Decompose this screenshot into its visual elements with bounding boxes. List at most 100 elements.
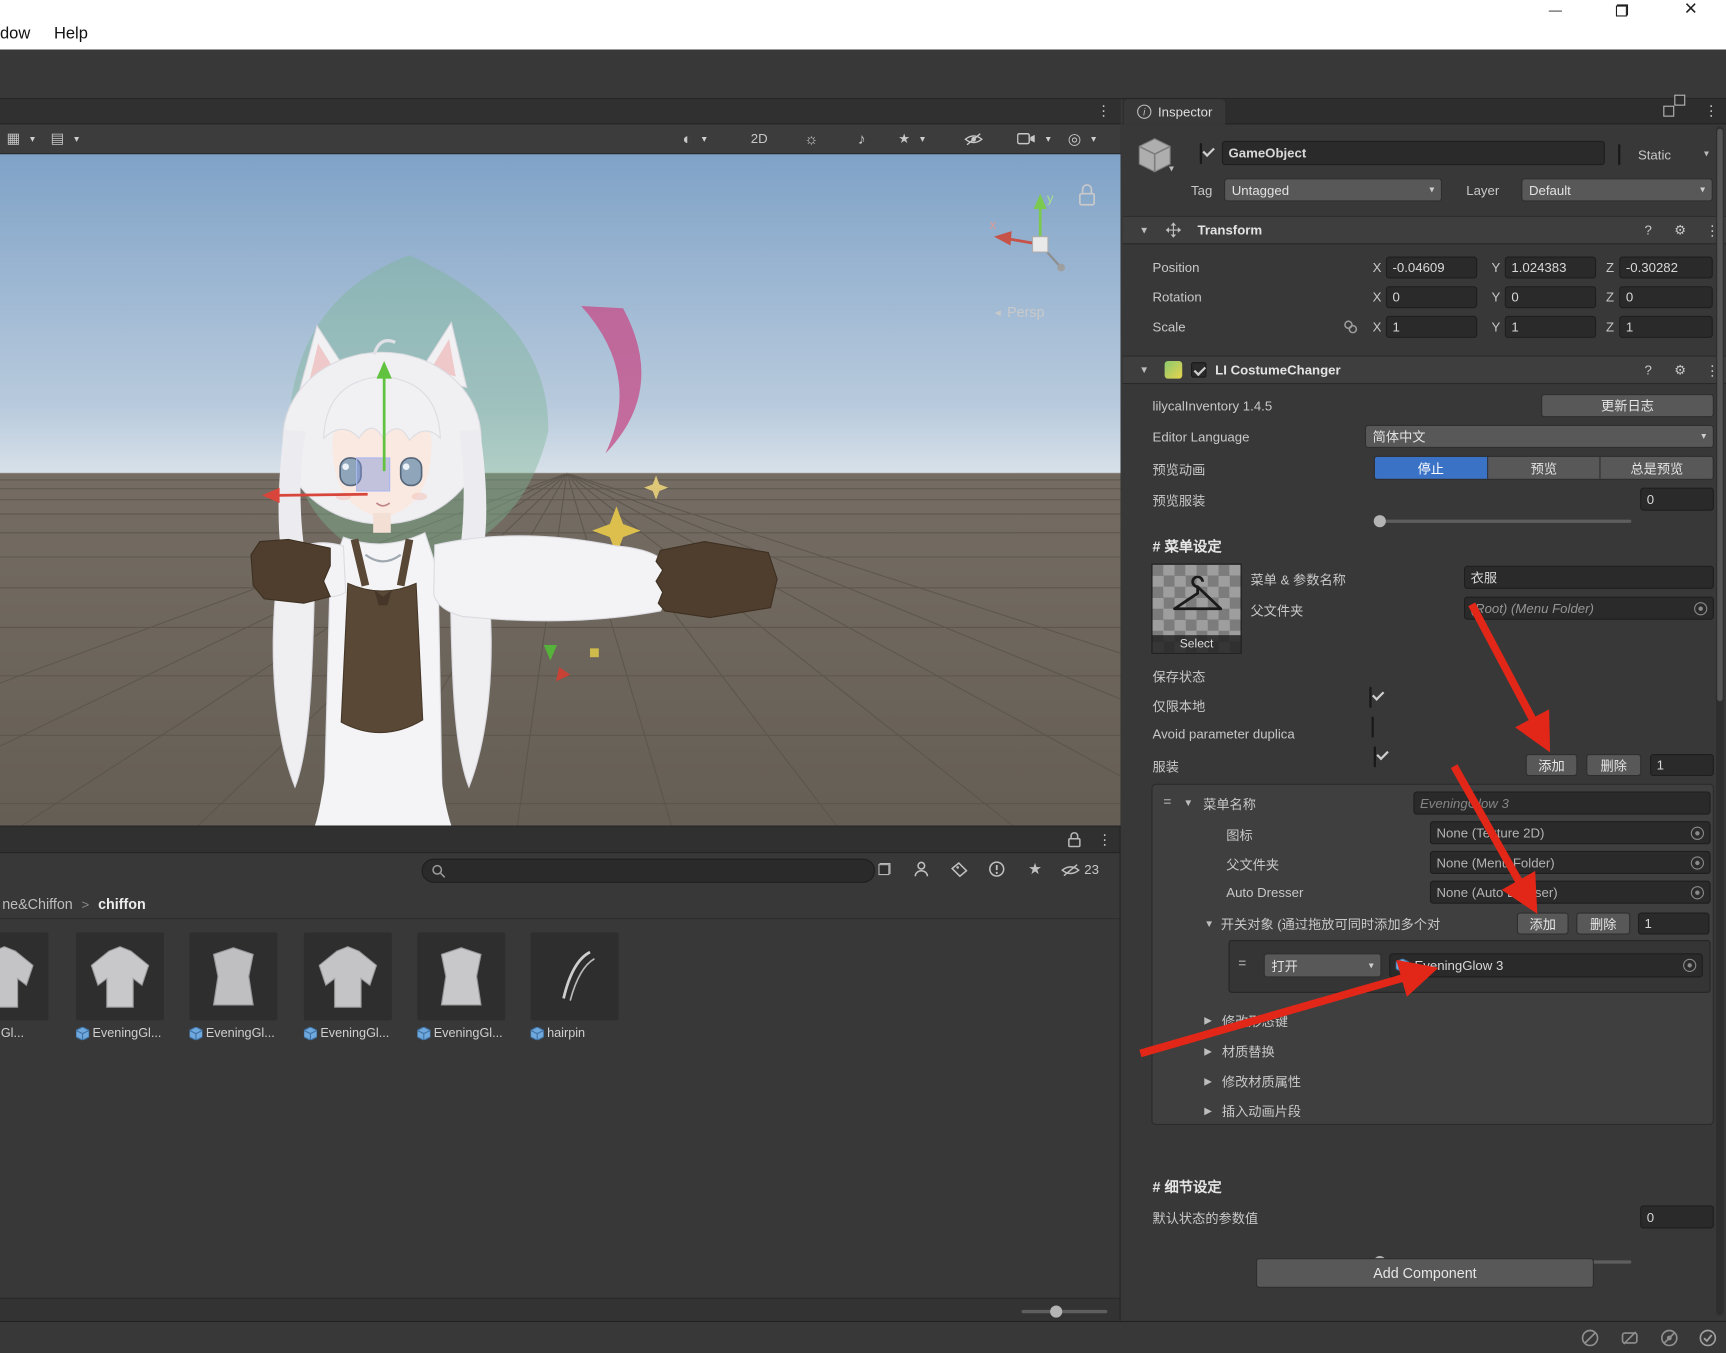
foldout-icon[interactable]: ▼ — [1139, 225, 1149, 236]
status-icon-1[interactable] — [1581, 1329, 1600, 1348]
status-icon-2[interactable] — [1620, 1329, 1639, 1348]
open-panel-icon[interactable] — [878, 863, 890, 875]
transform-header[interactable]: ▼ Transform ? ⚙ ⋮ — [1123, 216, 1726, 245]
close-button[interactable]: × — [1674, 0, 1707, 21]
thumbnail-size-slider[interactable] — [1022, 1310, 1108, 1313]
scene-menu-kebab[interactable]: ⋮ — [1096, 102, 1110, 120]
object-picker-icon[interactable] — [1694, 602, 1707, 615]
menu-param-field[interactable]: 衣服 — [1464, 566, 1714, 589]
snap-tool-dropdown[interactable]: ▦▾ — [2, 128, 39, 150]
camera-dropdown[interactable]: ▾ — [1013, 128, 1055, 150]
gameobject-active-checkbox[interactable] — [1200, 143, 1202, 164]
drag-handle-icon[interactable]: = — [1238, 955, 1246, 970]
scrollbar-thumb[interactable] — [1717, 129, 1723, 701]
scale-y-field[interactable]: 1 — [1505, 316, 1596, 338]
scene-viewport[interactable]: y x ◄ Persp — [0, 154, 1121, 825]
breadcrumb-current[interactable]: chiffon — [98, 896, 146, 913]
object-picker-icon[interactable] — [1683, 959, 1696, 972]
foldout-blendshape[interactable]: 修改形态键 — [1222, 1012, 1288, 1031]
tag-dropdown[interactable]: Untagged▾ — [1224, 178, 1442, 201]
persp-indicator[interactable]: ◄ Persp — [993, 304, 1045, 321]
preset-icon[interactable]: ⚙ — [1674, 362, 1686, 377]
foldout-animation-clip[interactable]: 插入动画片段 — [1222, 1102, 1301, 1121]
preset-icon[interactable]: ⚙ — [1674, 222, 1686, 237]
preview-costume-slider[interactable] — [1374, 520, 1632, 523]
gameobject-icon-dropdown[interactable]: ▾ — [1169, 163, 1174, 175]
foldout-closed-icon[interactable]: ▶ — [1204, 1046, 1212, 1058]
preview-button[interactable]: 预览 — [1488, 457, 1601, 479]
always-preview-button[interactable]: 总是预览 — [1601, 457, 1713, 479]
toggle-count-field[interactable]: 1 — [1638, 913, 1710, 935]
component-enabled-checkbox[interactable] — [1191, 362, 1206, 377]
position-z-field[interactable]: -0.30282 — [1619, 256, 1713, 278]
layer-dropdown[interactable]: Default▾ — [1521, 178, 1713, 201]
rotation-x-field[interactable]: 0 — [1386, 286, 1477, 308]
rotation-z-field[interactable]: 0 — [1619, 286, 1713, 308]
object-picker-icon[interactable] — [1691, 856, 1704, 869]
slider-knob[interactable] — [1050, 1306, 1062, 1318]
icon-object-field[interactable]: None (Texture 2D) — [1430, 821, 1711, 844]
project-lock-icon[interactable] — [1068, 832, 1081, 853]
help-icon[interactable]: ? — [1645, 362, 1652, 377]
inspector-scrollbar[interactable] — [1716, 127, 1724, 1316]
foldout-closed-icon[interactable]: ▶ — [1204, 1105, 1212, 1117]
position-x-field[interactable]: -0.04609 — [1386, 256, 1477, 278]
status-icon-4[interactable] — [1698, 1329, 1717, 1348]
static-checkbox[interactable] — [1618, 144, 1620, 165]
save-state-checkbox[interactable] — [1369, 687, 1371, 708]
asset-item[interactable]: EveningGl... — [304, 932, 393, 1040]
element-foldout-icon[interactable]: ▼ — [1183, 797, 1193, 808]
costume-count-field[interactable]: 1 — [1650, 754, 1714, 776]
tab-inspector[interactable]: i Inspector — [1124, 99, 1226, 124]
menu-icon-thumbnail[interactable]: Select — [1151, 564, 1241, 654]
hidden-objects-toggle[interactable] — [960, 128, 986, 150]
restore-button[interactable] — [1605, 2, 1638, 19]
preview-costume-value[interactable]: 0 — [1640, 488, 1714, 511]
foldout-icon[interactable]: ▼ — [1139, 364, 1149, 375]
object-picker-icon[interactable] — [1691, 886, 1704, 899]
effects-dropdown[interactable]: ★▾ — [894, 128, 930, 150]
foldout-material-replace[interactable]: 材质替换 — [1222, 1042, 1275, 1061]
gameobject-name-field[interactable] — [1222, 141, 1605, 165]
open-state-dropdown[interactable]: 打开▾ — [1264, 953, 1382, 977]
toggle-add-button[interactable]: 添加 — [1517, 913, 1569, 935]
foldout-closed-icon[interactable]: ▶ — [1204, 1015, 1212, 1027]
editor-language-dropdown[interactable]: 简体中文▾ — [1365, 425, 1714, 448]
scale-z-field[interactable]: 1 — [1619, 316, 1713, 338]
shading-mode-dropdown[interactable]: ◐▾ — [678, 128, 711, 150]
project-search-field[interactable] — [422, 859, 876, 883]
foldout-material-property[interactable]: 修改材质属性 — [1222, 1072, 1301, 1091]
gizmo-x-axis[interactable] — [277, 494, 367, 495]
costume-delete-button[interactable]: 删除 — [1586, 754, 1641, 776]
slider-knob[interactable] — [1374, 515, 1386, 527]
changelog-button[interactable]: 更新日志 — [1541, 394, 1714, 417]
avatar-filter-icon[interactable] — [914, 861, 929, 878]
asset-item[interactable]: EveningGl... — [76, 932, 165, 1040]
avoid-duplicate-checkbox[interactable] — [1374, 746, 1376, 767]
costume-add-button[interactable]: 添加 — [1526, 754, 1578, 776]
breadcrumb-parent[interactable]: ne&Chiffon — [2, 896, 73, 913]
alert-icon[interactable] — [988, 861, 1005, 878]
hidden-count-toggle[interactable]: 23 — [1061, 862, 1099, 877]
select-overlay[interactable]: Select — [1153, 635, 1241, 653]
asset-item[interactable]: hairpin — [531, 932, 620, 1040]
auto-dresser-field[interactable]: None (Auto Dresser) — [1430, 881, 1711, 904]
help-icon[interactable]: ? — [1645, 222, 1652, 237]
menu-name-input[interactable] — [1413, 791, 1710, 814]
foldout-closed-icon[interactable]: ▶ — [1204, 1075, 1212, 1087]
stop-button[interactable]: 停止 — [1375, 457, 1488, 479]
asset-item[interactable]: EveningGl... — [417, 932, 506, 1040]
scene-audio-toggle[interactable]: ♪ — [850, 128, 874, 150]
favorites-star-icon[interactable]: ★ — [1028, 860, 1042, 879]
asset-item[interactable]: EveningGl... — [189, 932, 278, 1040]
minimize-button[interactable]: — — [1539, 0, 1572, 19]
object-picker-icon[interactable] — [1691, 826, 1704, 839]
menu-item-window[interactable]: dow — [0, 24, 30, 43]
toggle-object-field[interactable]: EveningGlow 3 — [1389, 953, 1703, 977]
inspector-menu-kebab[interactable]: ⋮ — [1704, 102, 1718, 120]
project-search-input[interactable] — [452, 863, 865, 878]
scene-lighting-toggle[interactable]: ☼ — [799, 128, 823, 150]
grid-settings-dropdown[interactable]: ▤▾ — [46, 128, 83, 150]
toggle-delete-button[interactable]: 删除 — [1576, 913, 1630, 935]
toggle-foldout-icon[interactable]: ▼ — [1204, 918, 1214, 929]
